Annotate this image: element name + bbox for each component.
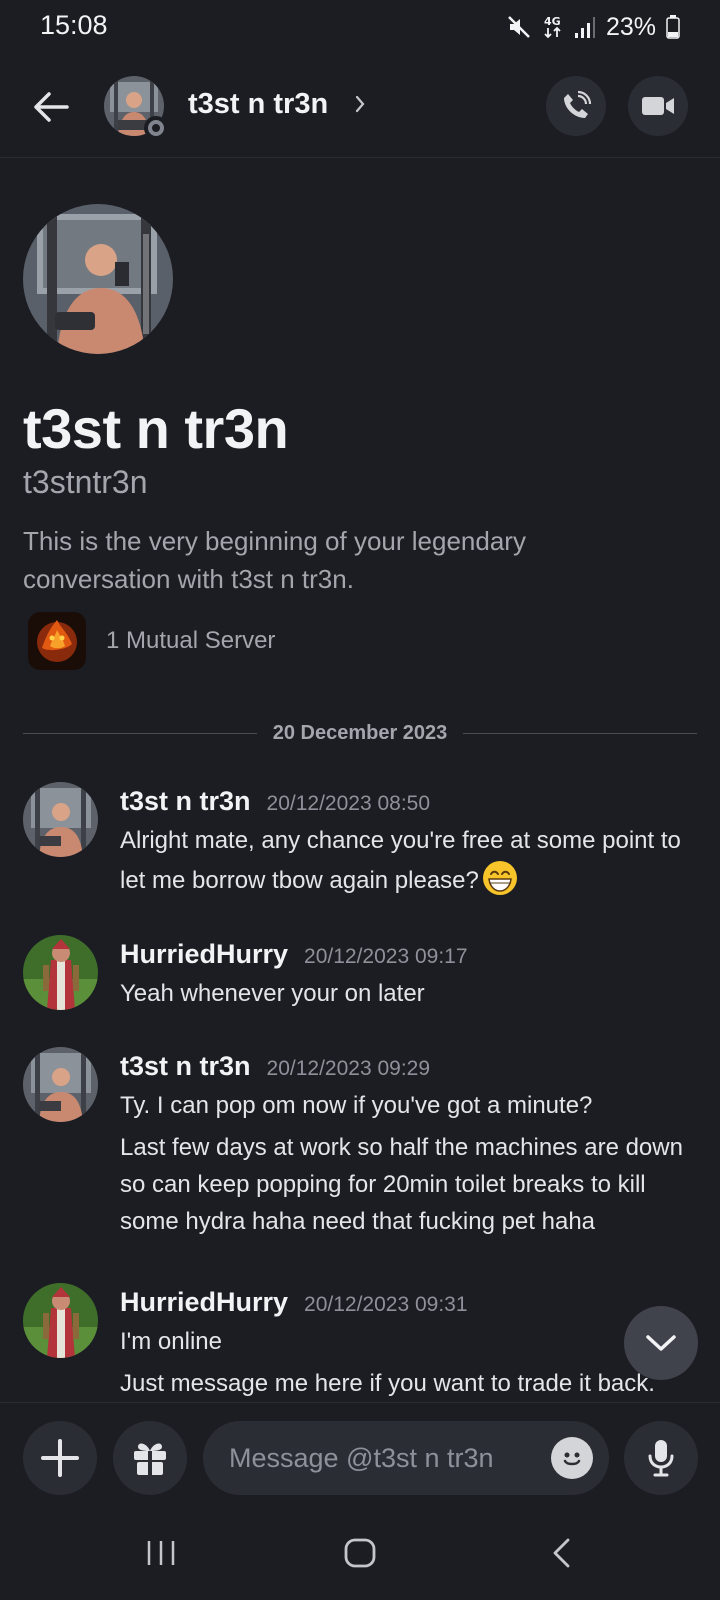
nav-back-icon[interactable] [550,1538,574,1568]
message-header: t3st n tr3n 20/12/2023 09:29 [120,1051,430,1082]
mutual-servers-label: 1 Mutual Server [106,627,276,654]
chevron-right-icon[interactable] [354,94,366,114]
profile-avatar[interactable] [23,204,173,354]
message-timestamp: 20/12/2023 08:50 [266,792,431,815]
message-header: HurriedHurry 20/12/2023 09:17 [120,939,468,970]
attach-button[interactable] [23,1421,97,1495]
battery-icon [666,15,680,39]
date-divider: 20 December 2023 [23,718,698,748]
chevron-down-icon [646,1335,676,1351]
message-input-container [203,1421,609,1495]
message-text[interactable]: Ty. I can pop om now if you've got a min… [120,1087,690,1124]
message-text[interactable]: Just message me here if you want to trad… [120,1365,690,1402]
message-text[interactable]: Last few days at work so half the machin… [120,1129,690,1240]
microphone-icon [648,1440,674,1477]
back-arrow-icon [34,92,69,122]
message-author[interactable]: HurriedHurry [120,1287,288,1318]
channel-header: t3st n tr3n [0,54,720,158]
grinning-face-emoji [482,861,517,895]
divider-line [23,732,257,734]
emoji-icon [563,1452,581,1466]
message-composer [0,1402,720,1512]
message-text[interactable]: I'm online [120,1323,690,1360]
home-icon[interactable] [344,1538,376,1568]
svg-text:4G: 4G [544,15,561,28]
message-header: HurriedHurry 20/12/2023 09:31 [120,1287,468,1318]
network-4g-icon: 4G [544,15,561,39]
status-icons: 4G 23% [506,12,680,42]
recent-apps-icon[interactable] [146,1538,176,1568]
profile-username: t3stntr3n [23,464,148,500]
system-navigation-bar [0,1512,720,1600]
offline-status-indicator [144,116,168,140]
conversation-intro-text: This is the very beginning of your legen… [23,526,526,594]
message-author[interactable]: t3st n tr3n [120,1051,251,1082]
message-header: t3st n tr3n 20/12/2023 08:50 [120,786,430,817]
battery-percent: 23% [605,12,656,41]
message-timestamp: 20/12/2023 09:31 [304,1293,468,1316]
author-avatar[interactable] [23,782,98,857]
mute-icon [508,16,530,38]
message-author[interactable]: t3st n tr3n [120,786,251,817]
status-bar: 15:08 4G 23% [0,0,720,54]
signal-icon [574,17,595,38]
dm-screen: 15:08 4G 23% t3st n tr3n t3st n tr3n t3s… [0,0,720,1600]
divider-line [463,732,698,734]
jump-to-latest-button[interactable] [624,1306,698,1380]
message-input[interactable] [229,1421,529,1495]
server-icon [28,612,86,670]
gift-button[interactable] [113,1421,187,1495]
status-time: 15:08 [40,10,108,40]
emoji-picker-button[interactable] [551,1437,593,1479]
gift-icon [134,1443,166,1475]
date-divider-label: 20 December 2023 [272,721,448,744]
header-name[interactable]: t3st n tr3n [188,88,328,121]
video-call-button[interactable] [628,76,688,136]
author-avatar[interactable] [23,1283,98,1358]
message-text[interactable]: Alright mate, any chance you're free at … [120,822,690,899]
plus-icon [41,1439,79,1477]
phone-call-icon [564,90,592,118]
message-text[interactable]: Yeah whenever your on later [120,975,690,1012]
voice-call-button[interactable] [546,76,606,136]
back-button[interactable] [28,84,74,130]
mutual-servers[interactable]: 1 Mutual Server [28,612,275,670]
message-timestamp: 20/12/2023 09:29 [266,1057,431,1080]
voice-message-button[interactable] [624,1421,698,1495]
message-author[interactable]: HurriedHurry [120,939,288,970]
message-text-content: Alright mate, any chance you're free at … [120,827,681,894]
profile-display-name: t3st n tr3n [23,397,289,460]
video-camera-icon [642,97,674,115]
message-timestamp: 20/12/2023 09:17 [304,945,468,968]
author-avatar[interactable] [23,1047,98,1122]
author-avatar[interactable] [23,935,98,1010]
